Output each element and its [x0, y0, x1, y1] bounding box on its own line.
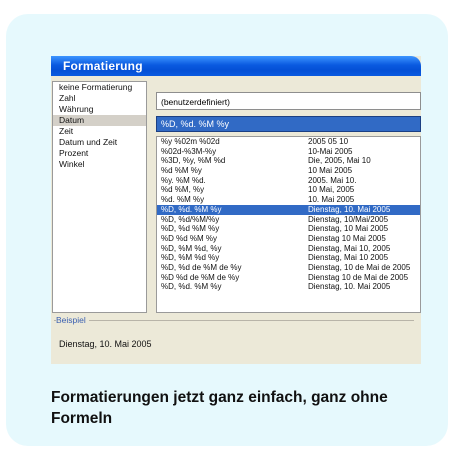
- format-example: 10. Mai 2005: [308, 195, 355, 205]
- caption-text: Formatierungen jetzt ganz einfach, ganz …: [51, 389, 388, 427]
- category-item-winkel[interactable]: Winkel: [53, 159, 146, 170]
- format-code: %d %M, %y: [161, 185, 205, 195]
- category-list[interactable]: keine Formatierung Zahl Währung Datum Ze…: [52, 81, 147, 313]
- format-code: %y. %M %d.: [161, 175, 206, 185]
- category-item-datum-und-zeit[interactable]: Datum und Zeit: [53, 137, 146, 148]
- format-code-input[interactable]: %D, %d. %M %y: [156, 116, 421, 132]
- format-code: %d. %M %y: [161, 195, 205, 205]
- format-list[interactable]: %y %02m %02d 2005 05 10 %02d-%3M-%y 10-Mai…: [156, 136, 421, 313]
- format-code: %D, %d. %M %y: [161, 204, 222, 214]
- screenshot-dialog: Formatierung keine Formatierung Zahl Wäh…: [51, 56, 421, 364]
- example-value: Dienstag, 10. Mai 2005: [59, 339, 152, 349]
- format-code: %D, %M %d %y: [161, 253, 220, 263]
- format-pane: (benutzerdefiniert) %D, %d. %M %y %y %02…: [149, 81, 421, 313]
- format-code: %y %02m %02d: [161, 137, 220, 146]
- format-example: Dienstag, 10. Mai 2005: [308, 282, 391, 292]
- format-code: %D %d de %M de %y: [161, 272, 240, 282]
- format-list-row[interactable]: %D, %d. %M %y Dienstag, 10. Mai 2005: [157, 282, 420, 292]
- format-list-row[interactable]: %D, %d de %M de %y Dienstag, 10 de Mai de…: [157, 263, 420, 273]
- format-example: 10 Mai, 2005: [308, 185, 355, 195]
- format-example: 2005. Mai 10.: [308, 175, 357, 185]
- format-list-row[interactable]: %D, %M %d, %y Dienstag, Mai 10, 2005: [157, 244, 420, 254]
- format-example: Dienstag, 10. Mai 2005: [308, 204, 391, 214]
- format-code: %D %d %M %y: [161, 233, 218, 243]
- format-list-row[interactable]: %D, %d %M %y Dienstag, 10 Mai 2005: [157, 224, 420, 234]
- format-code: %02d-%3M-%y: [161, 146, 217, 156]
- category-item-zahl[interactable]: Zahl: [53, 93, 146, 104]
- window-titlebar: Formatierung: [51, 56, 421, 76]
- category-item-datum[interactable]: Datum: [53, 115, 146, 126]
- format-list-row[interactable]: %3D, %y, %M %d Die, 2005, Mai 10: [157, 156, 420, 166]
- format-list-row[interactable]: %d. %M %y 10. Mai 2005: [157, 195, 420, 205]
- format-example: Dienstag, 10 de Mai de 2005: [308, 262, 411, 272]
- format-code: %d %M %y: [161, 166, 202, 176]
- format-example: 10-Mai 2005: [308, 146, 353, 156]
- format-list-row[interactable]: %y %02m %02d 2005 05 10: [157, 137, 420, 147]
- category-item-keine-formatierung[interactable]: keine Formatierung: [53, 82, 146, 93]
- format-list-row-selected[interactable]: %D, %d. %M %y Dienstag, 10. Mai 2005: [157, 204, 420, 215]
- format-code: %D, %M %d, %y: [161, 243, 222, 253]
- format-list-row[interactable]: %d %M, %y 10 Mai, 2005: [157, 185, 420, 195]
- format-code: %D, %d/%M/%y: [161, 214, 220, 224]
- format-example: Dienstag 10 Mai 2005: [308, 233, 386, 243]
- format-example: Dienstag 10 de Mai de 2005: [308, 272, 409, 282]
- format-example: Dienstag, 10 Mai 2005: [308, 224, 389, 234]
- format-example: Dienstag, Mai 10, 2005: [308, 243, 391, 253]
- content-card: Formatierung keine Formatierung Zahl Wäh…: [6, 14, 448, 446]
- category-item-zeit[interactable]: Zeit: [53, 126, 146, 137]
- window-title: Formatierung: [63, 59, 143, 73]
- format-example: Dienstag, Mai 10 2005: [308, 253, 389, 263]
- format-list-row[interactable]: %y. %M %d. 2005. Mai 10.: [157, 176, 420, 186]
- format-selector[interactable]: (benutzerdefiniert): [156, 92, 421, 110]
- example-legend: Beispiel: [56, 315, 89, 325]
- format-code: %D, %d %M %y: [161, 224, 220, 234]
- format-list-row[interactable]: %D, %M %d %y Dienstag, Mai 10 2005: [157, 253, 420, 263]
- format-example: Dienstag, 10/Mai/2005: [308, 214, 389, 224]
- format-list-row[interactable]: %D %d de %M de %y Dienstag 10 de Mai de 2…: [157, 273, 420, 283]
- format-list-row[interactable]: %d %M %y 10 Mai 2005: [157, 166, 420, 176]
- example-group: Beispiel Dienstag, 10. Mai 2005: [54, 315, 414, 361]
- category-item-waehrung[interactable]: Währung: [53, 104, 146, 115]
- format-code: %3D, %y, %M %d: [161, 156, 226, 166]
- category-item-prozent[interactable]: Prozent: [53, 148, 146, 159]
- format-example: Die, 2005, Mai 10: [308, 156, 371, 166]
- format-code: %D, %d de %M de %y: [161, 262, 242, 272]
- format-example: 2005 05 10: [308, 137, 349, 146]
- format-code: %D, %d. %M %y: [161, 282, 222, 292]
- format-list-row[interactable]: %02d-%3M-%y 10-Mai 2005: [157, 147, 420, 157]
- format-list-row[interactable]: %D %d %M %y Dienstag 10 Mai 2005: [157, 234, 420, 244]
- format-list-row[interactable]: %D, %d/%M/%y Dienstag, 10/Mai/2005: [157, 215, 420, 225]
- format-example: 10 Mai 2005: [308, 166, 353, 176]
